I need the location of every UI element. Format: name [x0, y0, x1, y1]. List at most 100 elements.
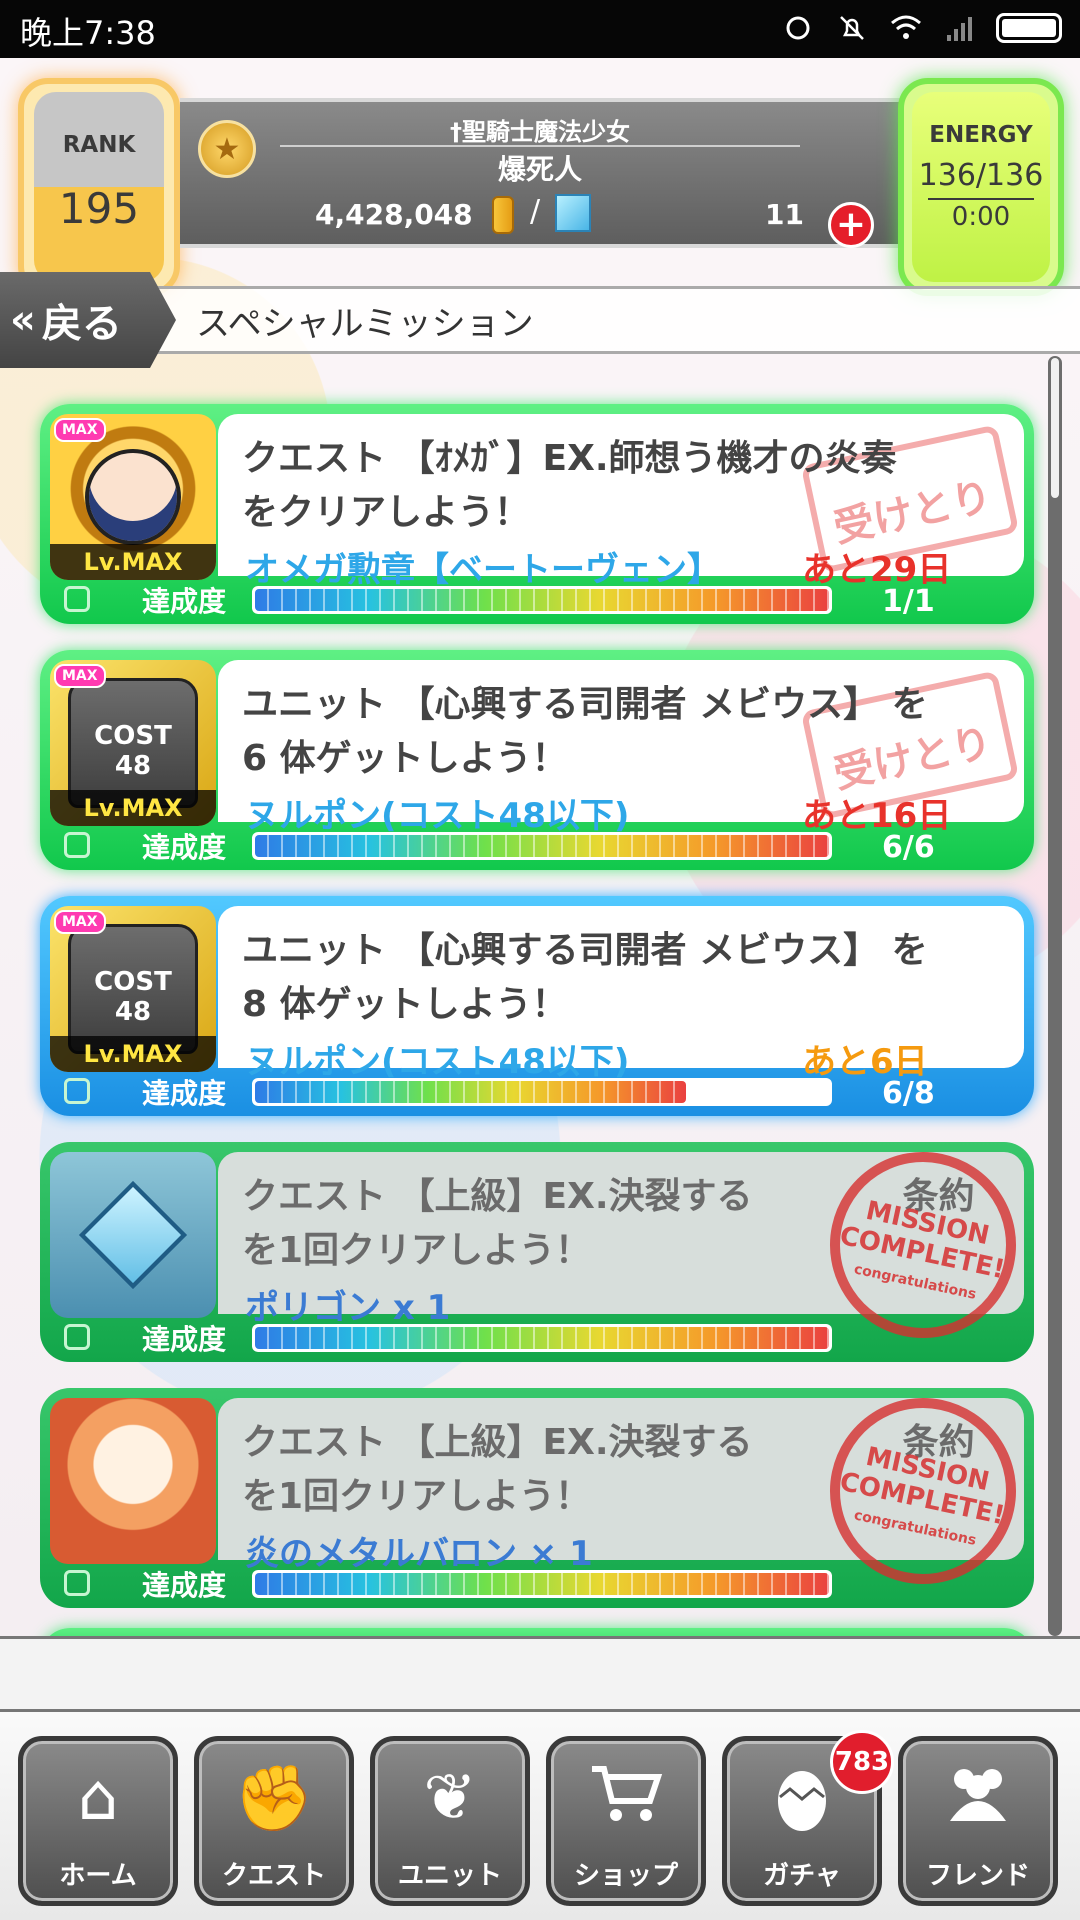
energy-timer: 0:00 — [951, 202, 1011, 232]
page-title: スペシャルミッション — [196, 304, 534, 344]
tab-quest[interactable]: ✊ クエスト — [194, 1736, 354, 1906]
max-badge: MAX — [54, 910, 106, 934]
unit-portrait — [85, 449, 181, 545]
currency-separator: / — [530, 194, 541, 229]
progress-count: 1/1 — [882, 584, 935, 619]
rank-label: RANK — [62, 132, 136, 158]
tab-label: フレンド — [925, 1861, 1030, 1891]
tab-label: クエスト — [221, 1861, 326, 1891]
reward-thumbnail — [50, 1152, 216, 1318]
progress-bar — [252, 586, 832, 614]
reward-thumbnail — [50, 1398, 216, 1564]
progress-count: 6/6 — [882, 830, 935, 865]
mission-checkbox[interactable] — [64, 1324, 90, 1350]
mission-line-1: クエスト 【ｵﾒｶﾞ】EX.師想う機才の炎奏 — [242, 438, 897, 479]
status-time: 晚上7:38 — [20, 14, 156, 52]
energy-value: 136/136 — [918, 158, 1044, 193]
progress-fill — [255, 1081, 686, 1103]
back-label: 戻る — [41, 301, 122, 347]
title-divider — [280, 145, 800, 147]
cost-label: COST — [94, 967, 172, 997]
rabbit-icon: ❦ — [423, 1761, 477, 1835]
mission-card[interactable]: クエスト 【上級】EX.決裂する 条約 を1回クリアしよう！ ポリゴン x 1 達… — [40, 1134, 1034, 1362]
max-badge: MAX — [54, 664, 106, 688]
shopping-cart-icon — [551, 1761, 701, 1841]
friends-icon — [903, 1761, 1053, 1841]
energy-label: ENERGY — [929, 122, 1033, 148]
coin-count: 4,428,048 — [315, 198, 473, 231]
mission-card[interactable]: クエスト 【上級】EX.決裂する 条約 を1回クリアしよう！ 炎のメタルバロン ×… — [40, 1380, 1034, 1608]
progress-label: 達成度 — [142, 1569, 227, 1602]
nurupon-robot: COST 48 — [68, 924, 198, 1054]
mission-reward: ポリゴン x 1 — [245, 1288, 451, 1328]
notifications-off-icon — [834, 10, 870, 46]
status-bar: 晚上7:38 — [0, 0, 1080, 58]
mission-reward: ヌルポン(コスト48以下) — [245, 796, 630, 836]
cost-value: 48 — [114, 997, 152, 1027]
bottom-strip — [0, 1636, 1080, 1712]
player-title: †聖騎士魔法少女 — [450, 118, 630, 146]
player-info-bar: ★ †聖騎士魔法少女 爆死人 4,428,048 / 11 + — [180, 98, 910, 248]
level-badge: Lv.MAX — [50, 544, 216, 580]
progress-fill — [255, 1573, 829, 1595]
mission-line-2: をクリアしよう！ — [242, 492, 531, 533]
signal-icon — [942, 10, 978, 46]
scrollbar-thumb[interactable] — [1051, 358, 1059, 498]
mission-card-partial[interactable] — [40, 1628, 1034, 1636]
add-gems-button[interactable]: + — [828, 202, 874, 248]
progress-label: 達成度 — [142, 1077, 227, 1110]
mission-line-1: ユニット 【心興する司開者 メビウス】 を — [242, 684, 928, 725]
coin-icon — [492, 196, 514, 234]
progress-label: 達成度 — [142, 1323, 227, 1356]
tab-shop[interactable]: ショップ — [546, 1736, 706, 1906]
mission-card[interactable]: COST 48 MAX Lv.MAX 受けとり ユニット 【心興する司開者 メビ… — [40, 650, 1034, 870]
gacha-count-badge: 783 — [830, 1730, 894, 1794]
sync-icon — [780, 10, 816, 46]
progress-bar — [252, 1324, 832, 1352]
progress-label: 達成度 — [142, 585, 227, 618]
level-badge: Lv.MAX — [50, 1036, 216, 1072]
handshake-icon: ✊ — [234, 1762, 314, 1836]
cost-label: COST — [94, 721, 172, 751]
player-name: 爆死人 — [497, 153, 582, 186]
tab-unit[interactable]: ❦ ユニット — [370, 1736, 530, 1906]
mission-description: ユニット 【心興する司開者 メビウス】 を 6 体ゲットしよう！ — [242, 678, 1022, 786]
double-chevron-left-icon: « — [10, 297, 36, 343]
back-button[interactable]: « 戻る — [0, 272, 176, 368]
mission-checkbox[interactable] — [64, 1570, 90, 1596]
scrollbar-track[interactable] — [1048, 356, 1062, 1636]
mission-description: クエスト 【ｵﾒｶﾞ】EX.師想う機才の炎奏 をクリアしよう！ — [242, 432, 1022, 540]
medal-star-icon: ★ — [198, 120, 256, 178]
progress-bar — [252, 1078, 832, 1106]
mission-card[interactable]: COST 48 MAX Lv.MAX ユニット 【心興する司開者 メビウス】 を… — [40, 896, 1034, 1116]
mission-reward: ヌルポン(コスト48以下) — [245, 1042, 630, 1082]
tab-home[interactable]: ⌂ ホーム — [18, 1736, 178, 1906]
mission-line-2: 8 体ゲットしよう！ — [242, 984, 568, 1025]
progress-fill — [255, 1327, 829, 1349]
reward-thumbnail: COST 48 MAX Lv.MAX — [50, 660, 216, 826]
home-icon: ⌂ — [77, 1761, 119, 1835]
mission-reward: オメガ勲章【ベートーヴェン】 — [245, 550, 721, 590]
gem-count: 11 — [765, 198, 804, 231]
mission-description: ユニット 【心興する司開者 メビウス】 を 8 体ゲットしよう！ — [242, 924, 1022, 1032]
cost-value: 48 — [114, 751, 152, 781]
progress-count: 6/8 — [882, 1076, 935, 1111]
energy-divider — [928, 198, 1034, 200]
polygon-cube-icon — [78, 1180, 188, 1290]
mission-checkbox[interactable] — [64, 1078, 90, 1104]
tab-label: ホーム — [59, 1861, 137, 1891]
mission-checkbox[interactable] — [64, 586, 90, 612]
status-icons — [780, 10, 1062, 46]
progress-label: 達成度 — [142, 831, 227, 864]
tab-label: ガチャ — [763, 1861, 841, 1891]
tab-friend[interactable]: フレンド — [898, 1736, 1058, 1906]
rank-box: RANK 195 — [18, 78, 180, 296]
mission-checkbox[interactable] — [64, 832, 90, 858]
mission-line-1: ユニット 【心興する司開者 メビウス】 を — [242, 930, 928, 971]
battery-icon — [996, 13, 1062, 43]
energy-box: ENERGY 136/136 0:00 — [898, 78, 1064, 296]
mission-reward: 炎のメタルバロン × 1 — [245, 1534, 593, 1574]
mission-list[interactable]: MAX Lv.MAX 受けとり クエスト 【ｵﾒｶﾞ】EX.師想う機才の炎奏 を… — [0, 360, 1080, 1636]
mission-card[interactable]: MAX Lv.MAX 受けとり クエスト 【ｵﾒｶﾞ】EX.師想う機才の炎奏 を… — [40, 404, 1034, 624]
level-badge: Lv.MAX — [50, 790, 216, 826]
